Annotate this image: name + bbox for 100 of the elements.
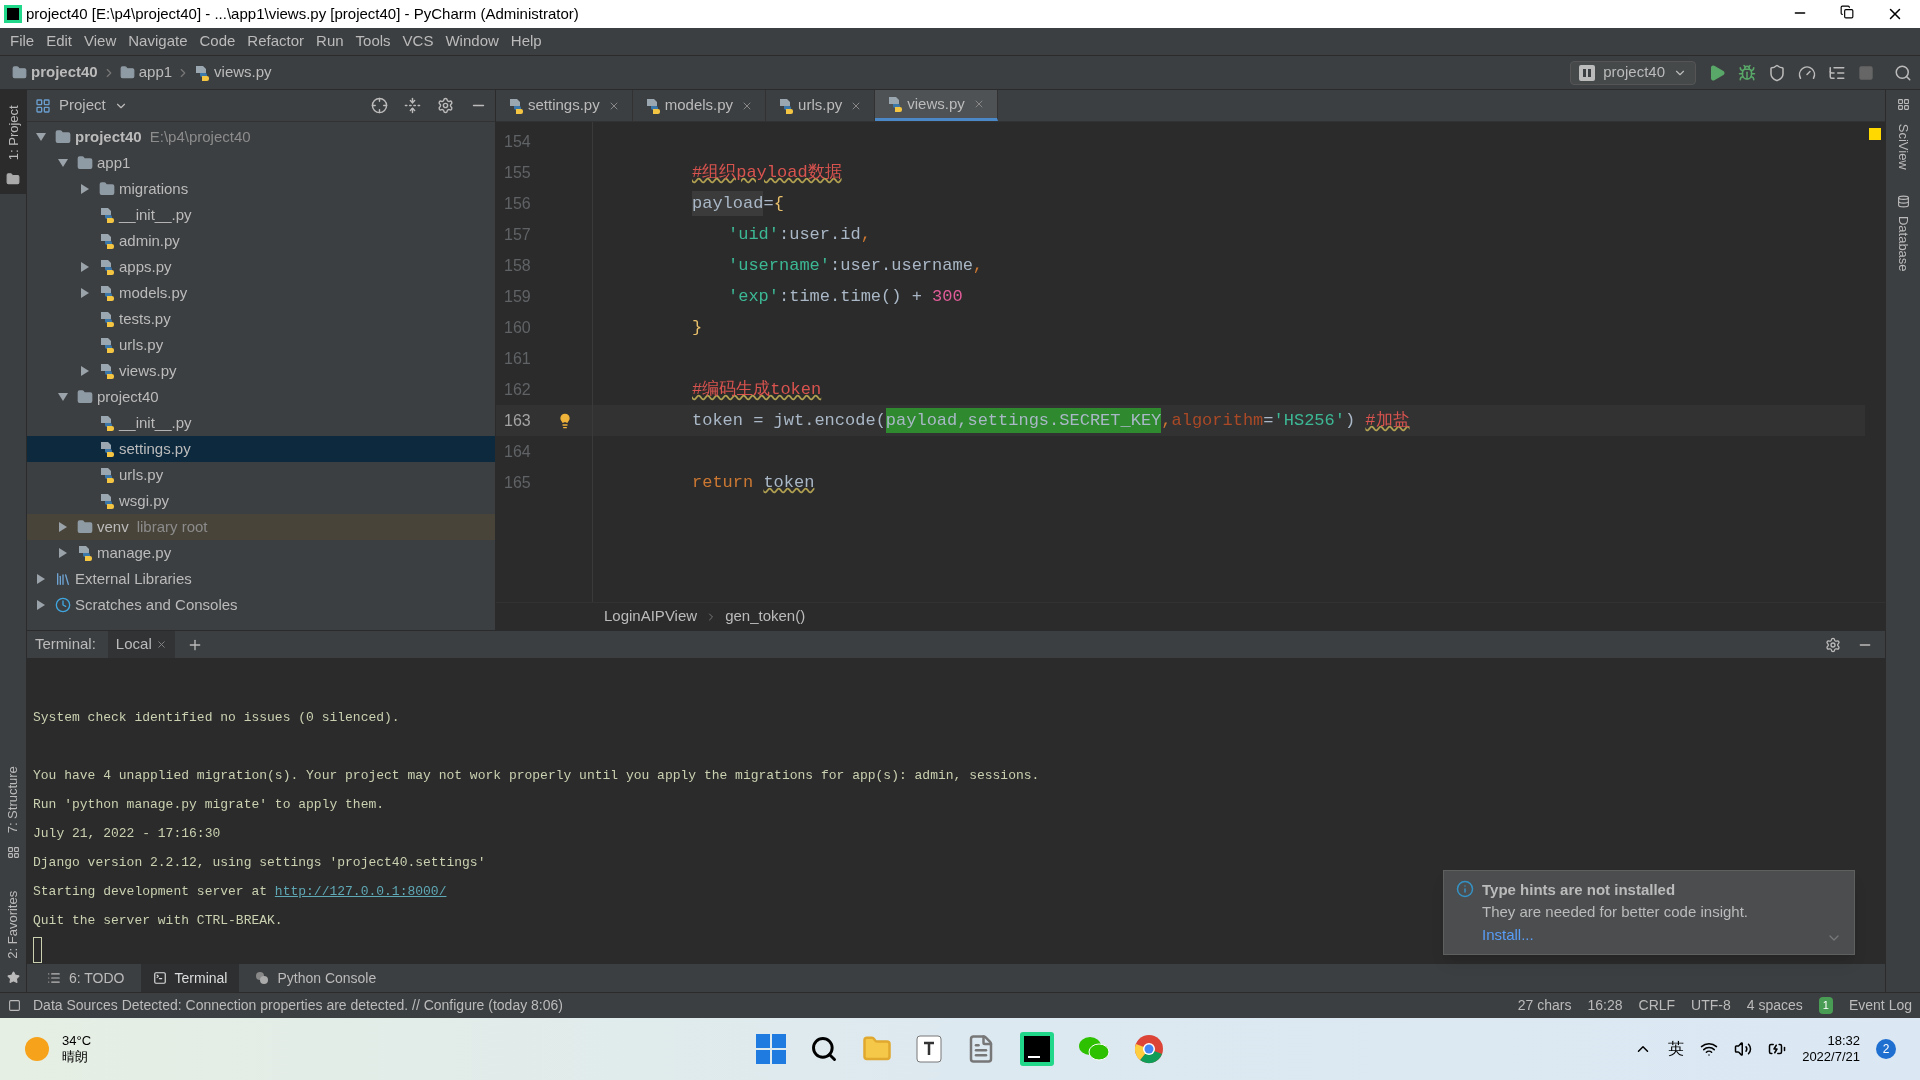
tree-row[interactable]: settings.py <box>27 436 495 462</box>
code-token: , <box>1161 409 1172 432</box>
menu-item[interactable]: Navigate <box>122 30 194 53</box>
tree-row[interactable]: views.py <box>27 358 495 384</box>
tree-row[interactable]: External Libraries <box>27 566 495 592</box>
tree-row[interactable]: app1 <box>27 150 495 176</box>
speaker-icon[interactable] <box>1734 1040 1753 1058</box>
side-tool-tab[interactable]: SciView <box>1895 98 1911 179</box>
lightbulb-icon[interactable] <box>557 412 573 429</box>
tool-window-tab[interactable]: Python Console <box>243 964 389 992</box>
tree-item-label: project40 <box>75 126 142 147</box>
menu-item[interactable]: Help <box>504 30 548 53</box>
editor-tab[interactable]: models.py <box>632 90 767 121</box>
input-method-indicator[interactable]: 英 <box>1668 1037 1685 1061</box>
session-tab[interactable]: Local <box>107 631 175 658</box>
collapsed-arrow-icon[interactable] <box>79 365 91 377</box>
status-item[interactable]: UTF-8 <box>1691 995 1731 1016</box>
line-number: 155 <box>503 162 532 183</box>
wifi-icon[interactable] <box>1700 1040 1719 1058</box>
tree-row[interactable]: urls.py <box>27 462 495 488</box>
nav-crumb[interactable]: views.py <box>214 61 272 84</box>
collapsed-arrow-icon[interactable] <box>57 547 69 559</box>
menu-item[interactable]: Code <box>193 30 242 53</box>
menu-item[interactable]: Edit <box>40 30 79 53</box>
shield-icon[interactable] <box>1768 63 1786 82</box>
side-tool-tab[interactable]: 7: Structure <box>5 758 21 859</box>
tree-item-label: __init__.py <box>119 204 192 225</box>
side-tool-tab[interactable]: 2: Favorites <box>5 883 21 984</box>
locate-icon[interactable] <box>371 97 388 114</box>
event-log-button[interactable]: Event Log <box>1848 995 1912 1016</box>
status-item[interactable]: 27 chars <box>1517 995 1572 1016</box>
clock-time[interactable]: 18:32 <box>1827 1032 1860 1049</box>
collapsed-arrow-icon[interactable] <box>79 261 91 273</box>
terminal-link[interactable]: http://127.0.0.1:8000/ <box>274 881 447 902</box>
menu-item[interactable]: File <box>4 30 41 53</box>
collapsed-arrow-icon[interactable] <box>57 521 69 533</box>
tree-row[interactable]: venv library root <box>27 514 495 540</box>
expanded-arrow-icon[interactable] <box>57 391 69 403</box>
clock-date[interactable]: 2022/7/21 <box>1802 1049 1860 1066</box>
panel-title[interactable]: Project <box>59 94 106 117</box>
tree-row[interactable]: models.py <box>27 280 495 306</box>
collapsed-arrow-icon[interactable] <box>35 573 47 585</box>
tool-window-tab[interactable]: 6: TODO <box>35 964 137 992</box>
terminal-line: You have 4 unapplied migration(s). Your project may not work properly until you apply the migrations for app(s): admin, sessions. <box>33 766 1040 785</box>
expanded-arrow-icon[interactable] <box>35 131 47 143</box>
restore-icon[interactable] <box>1840 5 1854 19</box>
search-icon[interactable] <box>810 1035 838 1063</box>
tree-item-label: admin.py <box>119 230 180 251</box>
editor-tab[interactable]: settings.py <box>496 90 633 121</box>
tree-row[interactable]: __init__.py <box>27 202 495 228</box>
nav-crumb[interactable]: app1 <box>138 61 173 84</box>
tree-row[interactable]: admin.py <box>27 228 495 254</box>
database-icon <box>1896 195 1910 208</box>
menu-item[interactable]: View <box>78 30 123 53</box>
collapsed-arrow-icon[interactable] <box>79 183 91 195</box>
notification-badge[interactable]: 2 <box>1876 1039 1896 1059</box>
settings-icon[interactable] <box>1825 636 1841 653</box>
tree-row[interactable]: project40 E:\p4\project40 <box>27 124 495 150</box>
menu-item[interactable]: Refactor <box>241 30 311 53</box>
notepad-icon[interactable] <box>916 1035 942 1063</box>
code-token: payload,settings.SECRET_KEY <box>885 407 1162 434</box>
editor-tab[interactable]: views.py <box>875 90 998 121</box>
tree-row[interactable]: wsgi.py <box>27 488 495 514</box>
terminal-line: System check identified no issues (0 silenced). <box>33 708 400 727</box>
run-icon[interactable] <box>1708 63 1726 82</box>
install-link[interactable]: Install... <box>1482 923 1748 946</box>
tree-row[interactable]: Scratches and Consoles <box>27 592 495 618</box>
nav-crumb[interactable]: project40 <box>31 61 98 84</box>
tree-row[interactable]: urls.py <box>27 332 495 358</box>
terminal-line: Starting development server at http://127.0.0.1:8000/ <box>33 877 447 906</box>
project-tool-tab[interactable]: 1: Project <box>0 90 26 194</box>
settings-icon[interactable] <box>437 97 454 114</box>
status-item[interactable]: 4 spaces <box>1746 995 1803 1016</box>
windows-logo-icon[interactable] <box>756 1034 786 1064</box>
menu-item[interactable]: Tools <box>349 30 397 53</box>
side-tool-tab[interactable]: Database <box>1895 195 1911 276</box>
menu-item[interactable]: VCS <box>396 30 440 53</box>
collapsed-arrow-icon[interactable] <box>35 599 47 611</box>
tree-row[interactable]: manage.py <box>27 540 495 566</box>
tree-row[interactable]: __init__.py <box>27 410 495 436</box>
menu-item[interactable]: Run <box>310 30 350 53</box>
status-item[interactable]: 16:28 <box>1587 995 1623 1016</box>
browser-icon[interactable] <box>1134 1034 1164 1064</box>
terminal-label: Terminal: <box>35 634 96 655</box>
breadcrumb-item[interactable]: LoginAIPView <box>604 605 698 628</box>
collapse-icon[interactable] <box>404 97 421 114</box>
bug-icon[interactable] <box>1738 63 1756 82</box>
collapsed-arrow-icon[interactable] <box>79 287 91 299</box>
tree-row[interactable]: apps.py <box>27 254 495 280</box>
status-item[interactable]: CRLF <box>1638 995 1676 1016</box>
python-file-icon <box>778 97 795 114</box>
tree-row[interactable]: tests.py <box>27 306 495 332</box>
expanded-arrow-icon[interactable] <box>57 157 69 169</box>
menu-item[interactable]: Window <box>439 30 505 53</box>
tool-window-tab[interactable]: Terminal <box>140 964 240 992</box>
run-config-dropdown[interactable]: project40 <box>1570 60 1696 85</box>
tree-row[interactable]: migrations <box>27 176 495 202</box>
breadcrumb-item[interactable]: gen_token() <box>725 605 806 628</box>
gauge-icon[interactable] <box>1798 63 1816 82</box>
tree-row[interactable]: project40 <box>27 384 495 410</box>
